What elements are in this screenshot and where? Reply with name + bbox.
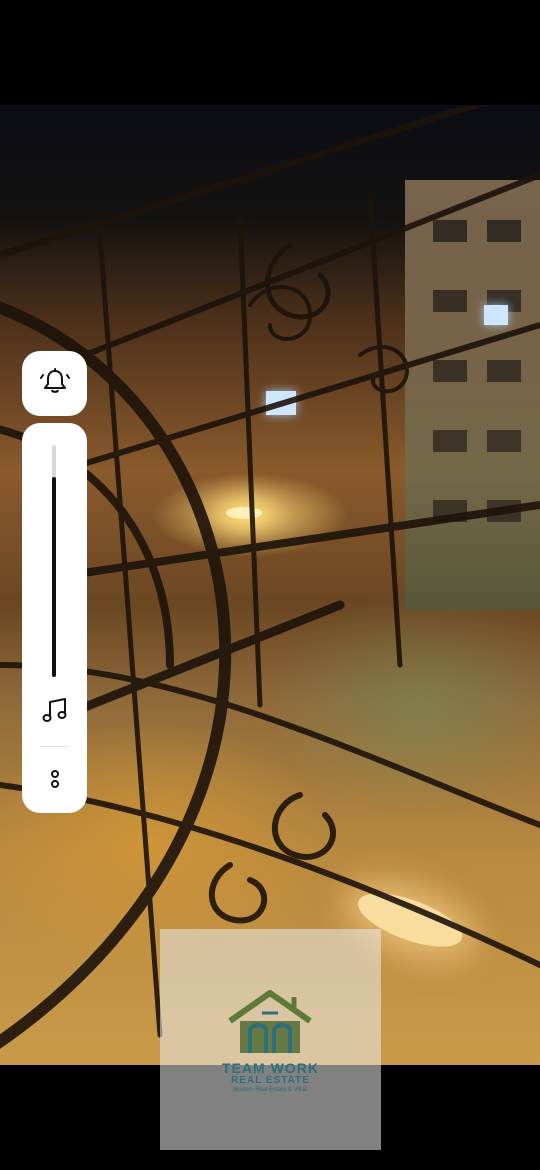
watermark: TEAM WORK REAL ESTATE Modern Real Estate… (160, 929, 381, 1150)
bell-icon (39, 367, 70, 400)
music-note-icon (41, 697, 69, 729)
volume-slider[interactable] (52, 445, 56, 677)
house-logo-icon (228, 990, 312, 1053)
more-options-icon (49, 767, 61, 796)
volume-level-fill (52, 477, 56, 677)
watermark-title: TEAM WORK (222, 1060, 319, 1076)
ringer-button[interactable] (22, 351, 87, 416)
watermark-tagline: Modern Real Estate & Villas (233, 1087, 308, 1093)
volume-panel (22, 423, 87, 813)
watermark-subtitle: REAL ESTATE (231, 1075, 310, 1086)
more-options-button[interactable] (35, 763, 75, 799)
divider (40, 746, 69, 747)
music-volume-button[interactable] (35, 695, 75, 731)
